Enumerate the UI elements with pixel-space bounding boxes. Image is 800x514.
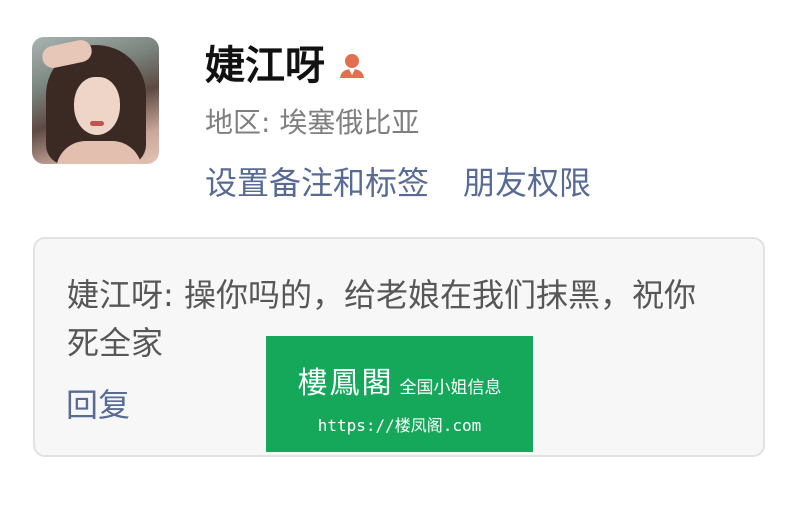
region-label: 地区: 埃塞俄比亚 bbox=[205, 106, 420, 139]
contact-page: 婕江呀 地区: 埃塞俄比亚 设置备注和标签 朋友权限 婕江呀: 操你吗的，给老娘… bbox=[0, 0, 800, 514]
profile-actions: 设置备注和标签 朋友权限 bbox=[205, 161, 591, 205]
set-remark-tags-link[interactable]: 设置备注和标签 bbox=[205, 161, 429, 205]
watermark-banner: 樓鳳閣 全国小姐信息 https://楼凤阁.com bbox=[266, 336, 533, 452]
friend-permissions-link[interactable]: 朋友权限 bbox=[463, 161, 591, 205]
female-person-icon bbox=[337, 51, 367, 81]
reply-button[interactable]: 回复 bbox=[66, 383, 130, 427]
avatar[interactable] bbox=[32, 37, 159, 164]
watermark-logo: 樓鳳閣 bbox=[297, 366, 394, 401]
avatar-face bbox=[74, 77, 120, 135]
contact-name: 婕江呀 bbox=[205, 43, 325, 89]
avatar-lips bbox=[90, 121, 104, 126]
watermark-url: https://楼凤阁.com bbox=[317, 416, 482, 435]
name-row: 婕江呀 bbox=[205, 40, 367, 92]
watermark-subtitle: 全国小姐信息 bbox=[399, 378, 502, 398]
watermark-title-row: 樓鳳閣 全国小姐信息 bbox=[266, 358, 533, 402]
